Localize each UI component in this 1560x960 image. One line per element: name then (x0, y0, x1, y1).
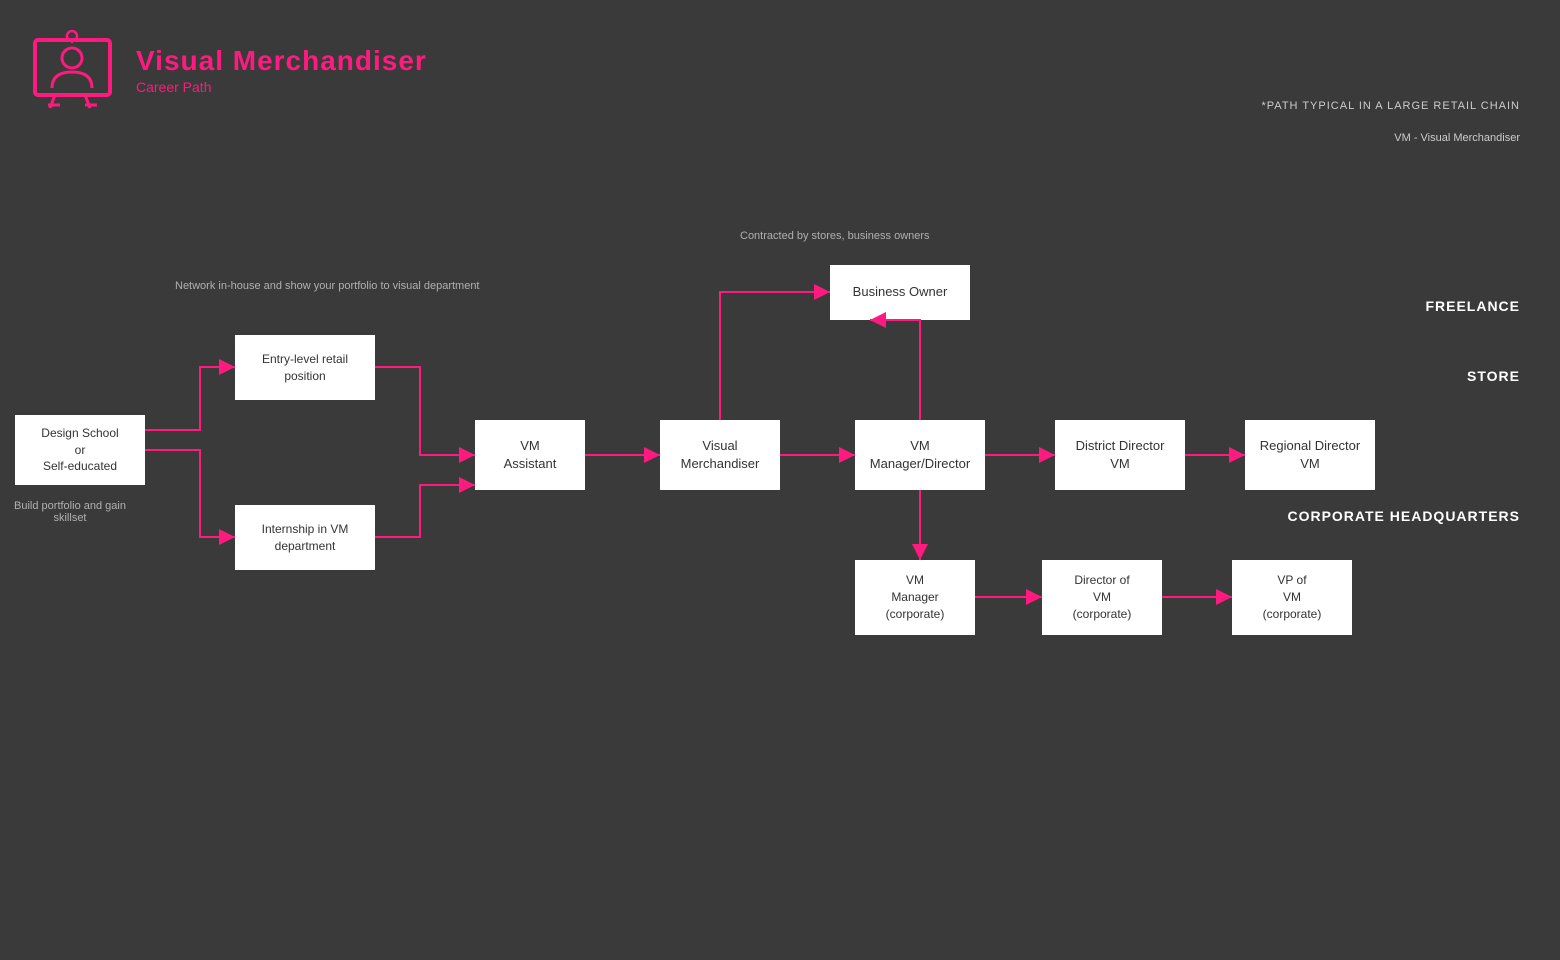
header: Visual Merchandiser Career Path (30, 30, 427, 110)
app-title: Visual Merchandiser (136, 45, 427, 77)
diagram: FREELANCE STORE CORPORATE HEADQUARTERS N… (0, 220, 1560, 960)
freelance-label: FREELANCE (1425, 298, 1520, 314)
business-owner-box: Business Owner (830, 265, 970, 320)
district-director-label: District Director VM (1076, 437, 1165, 473)
build-label: Build portfolio and gain skillset (10, 500, 130, 524)
regional-director-box: Regional Director VM (1245, 420, 1375, 490)
vm-assistant-label: VM Assistant (504, 437, 557, 473)
vm-manager-director-label: VM Manager/Director (870, 437, 970, 473)
logo-icon (30, 30, 120, 110)
visual-merchandiser-label: Visual Merchandiser (681, 437, 760, 473)
design-school-box: Design School or Self-educated (15, 415, 145, 485)
vm-manager-corporate-box: VM Manager (corporate) (855, 560, 975, 635)
contracted-label: Contracted by stores, business owners (740, 230, 930, 242)
network-label: Network in-house and show your portfolio… (175, 280, 480, 292)
corporate-label: CORPORATE HEADQUARTERS (1287, 508, 1520, 524)
entry-level-label: Entry-level retail position (262, 351, 348, 385)
top-right-notes: *PATH TYPICAL IN A LARGE RETAIL CHAIN VM… (1262, 100, 1521, 144)
path-note: *PATH TYPICAL IN A LARGE RETAIL CHAIN (1262, 100, 1521, 112)
director-vm-corporate-box: Director of VM (corporate) (1042, 560, 1162, 635)
vm-manager-corporate-label: VM Manager (corporate) (886, 572, 945, 622)
vm-manager-director-box: VM Manager/Director (855, 420, 985, 490)
design-school-label: Design School or Self-educated (41, 425, 118, 475)
district-director-box: District Director VM (1055, 420, 1185, 490)
vm-note: VM - Visual Merchandiser (1262, 132, 1521, 144)
entry-level-box: Entry-level retail position (235, 335, 375, 400)
store-label: STORE (1467, 368, 1520, 384)
regional-director-label: Regional Director VM (1260, 437, 1360, 473)
internship-box: Internship in VM department (235, 505, 375, 570)
app-subtitle: Career Path (136, 79, 427, 95)
business-owner-label: Business Owner (853, 283, 948, 301)
header-text: Visual Merchandiser Career Path (136, 45, 427, 95)
vm-assistant-box: VM Assistant (475, 420, 585, 490)
internship-label: Internship in VM department (262, 521, 349, 555)
vp-vm-corporate-box: VP of VM (corporate) (1232, 560, 1352, 635)
visual-merchandiser-box: Visual Merchandiser (660, 420, 780, 490)
vp-vm-corporate-label: VP of VM (corporate) (1263, 572, 1322, 622)
director-vm-corporate-label: Director of VM (corporate) (1073, 572, 1132, 622)
